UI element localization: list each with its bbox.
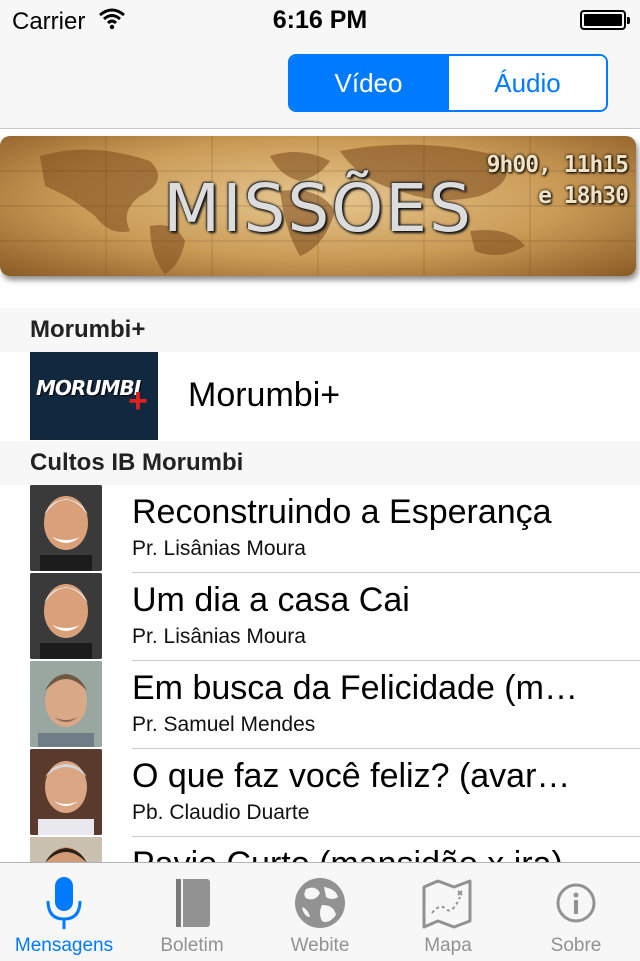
section-header-cultos: Cultos IB Morumbi	[0, 441, 640, 485]
section-header-label: Cultos IB Morumbi	[30, 449, 244, 476]
clock: 6:16 PM	[272, 6, 368, 34]
tab-bar: Mensagens Boletim Webite Mapa Sobre	[0, 862, 640, 961]
speaker-avatar	[30, 573, 102, 659]
sermon-title: Reconstruindo a Esperança	[132, 493, 552, 531]
thumbnail-text: MORUMBI	[36, 376, 141, 400]
sermon-row[interactable]: Em busca da Felicidade (m… Pr. Samuel Me…	[0, 661, 640, 749]
banner-times-line2: e 18h30	[538, 183, 629, 209]
banner-times-line1: 9h00, 11h15	[486, 152, 629, 178]
thumbnail-plus: +	[128, 382, 148, 420]
tab-mapa[interactable]: Mapa	[384, 863, 512, 961]
battery-icon	[580, 10, 630, 30]
status-bar: Carrier 6:16 PM	[0, 0, 640, 40]
sermon-row[interactable]: O que faz você feliz? (avar… Pb. Claudio…	[0, 749, 640, 837]
segment-video[interactable]: Vídeo	[290, 56, 447, 110]
info-icon	[556, 883, 596, 923]
sermon-title: Um dia a casa Cai	[132, 581, 410, 619]
navigation-bar: Vídeo Áudio	[0, 40, 640, 129]
speaker-avatar	[30, 485, 102, 571]
tab-mensagens[interactable]: Mensagens	[0, 863, 128, 961]
map-icon	[422, 879, 472, 929]
tab-boletim[interactable]: Boletim	[128, 863, 256, 961]
tab-sobre[interactable]: Sobre	[512, 863, 640, 961]
tab-label: Webite	[290, 935, 350, 956]
list-item-title: Morumbi+	[188, 376, 341, 414]
tab-label: Mapa	[424, 935, 472, 956]
sermon-speaker: Pr. Lisânias Moura	[132, 537, 306, 560]
sermon-speaker: Pr. Samuel Mendes	[132, 713, 316, 736]
microphone-icon	[46, 877, 82, 929]
segment-audio[interactable]: Áudio	[447, 56, 606, 110]
book-icon	[176, 879, 210, 927]
list-item-morumbi-plus[interactable]: MORUMBI + Morumbi+	[0, 352, 640, 440]
speaker-avatar	[30, 749, 102, 835]
morumbi-plus-thumbnail: MORUMBI +	[30, 352, 158, 440]
missions-banner[interactable]: MISSÕES 9h00, 11h15 e 18h30	[0, 136, 636, 276]
tab-label: Sobre	[550, 935, 602, 956]
sermon-row[interactable]: Reconstruindo a Esperança Pr. Lisânias M…	[0, 485, 640, 573]
speaker-avatar	[30, 661, 102, 747]
tab-label: Boletim	[160, 935, 224, 956]
section-header-label: Morumbi+	[30, 316, 146, 343]
tab-label: Mensagens	[14, 935, 114, 956]
section-header-morumbi-plus: Morumbi+	[0, 308, 640, 352]
sermon-row[interactable]: Um dia a casa Cai Pr. Lisânias Moura	[0, 573, 640, 661]
sermon-speaker: Pr. Lisânias Moura	[132, 625, 306, 648]
banner-schedule: 9h00, 11h15 e 18h30	[486, 150, 629, 212]
sermon-title: O que faz você feliz? (avar…	[132, 757, 571, 795]
media-type-segmented-control: Vídeo Áudio	[288, 54, 608, 112]
tab-website[interactable]: Webite	[256, 863, 384, 961]
sermon-title: Em busca da Felicidade (m…	[132, 669, 578, 707]
sermon-speaker: Pb. Claudio Duarte	[132, 801, 310, 824]
globe-icon	[295, 878, 345, 928]
